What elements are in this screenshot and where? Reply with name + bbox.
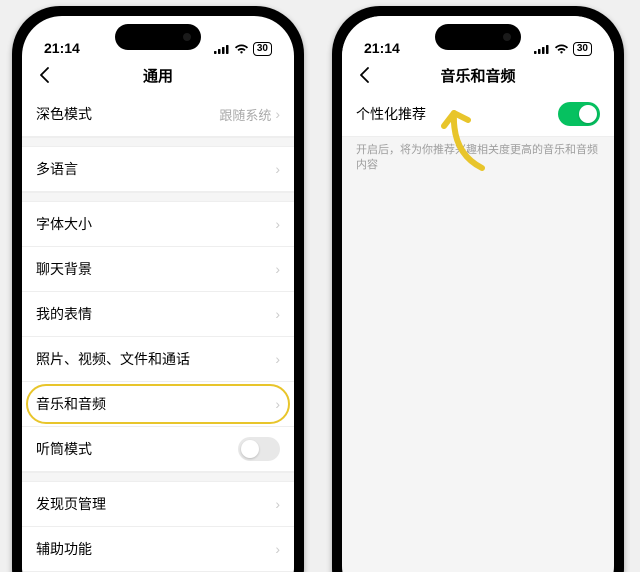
toggle[interactable] bbox=[238, 437, 280, 461]
chevron-right-icon: › bbox=[275, 541, 280, 557]
row-label: 个性化推荐 bbox=[356, 104, 426, 124]
signal-icon bbox=[534, 44, 550, 54]
chevron-right-icon: › bbox=[275, 396, 280, 412]
row-label: 深色模式 bbox=[36, 104, 92, 124]
battery-icon: 30 bbox=[253, 42, 272, 56]
settings-list[interactable]: 个性化推荐 bbox=[342, 92, 614, 137]
row-label: 多语言 bbox=[36, 159, 78, 179]
battery-icon: 30 bbox=[573, 42, 592, 56]
row-label: 听筒模式 bbox=[36, 439, 92, 459]
row-right: › bbox=[275, 261, 280, 277]
row-label: 聊天背景 bbox=[36, 259, 92, 279]
row-label: 我的表情 bbox=[36, 304, 92, 324]
chevron-right-icon: › bbox=[275, 161, 280, 177]
row-right: › bbox=[275, 496, 280, 512]
row-label: 字体大小 bbox=[36, 214, 92, 234]
row-个性化推荐[interactable]: 个性化推荐 bbox=[342, 92, 614, 137]
chevron-right-icon: › bbox=[275, 351, 280, 367]
row-辅助功能[interactable]: 辅助功能 › bbox=[22, 527, 294, 572]
row-深色模式[interactable]: 深色模式 跟随系统› bbox=[22, 92, 294, 137]
nav-bar: 音乐和音频 bbox=[342, 58, 614, 92]
dynamic-island bbox=[115, 24, 201, 50]
row-照片、视频、文件和通话[interactable]: 照片、视频、文件和通话 › bbox=[22, 337, 294, 382]
row-right: › bbox=[275, 396, 280, 412]
row-聊天背景[interactable]: 聊天背景 › bbox=[22, 247, 294, 292]
row-right bbox=[238, 437, 280, 461]
setting-description: 开启后，将为你推荐兴趣相关度更高的音乐和音频内容 bbox=[342, 137, 614, 174]
chevron-right-icon: › bbox=[275, 306, 280, 322]
phone-left: 21:14 30 通用 深色模式跟随系统›多语言›字体大小›聊天背景›我的表情›… bbox=[12, 6, 304, 572]
row-我的表情[interactable]: 我的表情 › bbox=[22, 292, 294, 337]
chevron-left-icon bbox=[39, 67, 49, 83]
row-多语言[interactable]: 多语言 › bbox=[22, 147, 294, 192]
screen-left: 21:14 30 通用 深色模式跟随系统›多语言›字体大小›聊天背景›我的表情›… bbox=[22, 16, 294, 572]
chevron-right-icon: › bbox=[275, 261, 280, 277]
row-label: 照片、视频、文件和通话 bbox=[36, 349, 190, 369]
status-icons: 30 bbox=[214, 42, 272, 56]
signal-icon bbox=[214, 44, 230, 54]
chevron-right-icon: › bbox=[275, 216, 280, 232]
wifi-icon bbox=[554, 44, 569, 55]
status-time: 21:14 bbox=[364, 40, 400, 56]
row-right: › bbox=[275, 216, 280, 232]
row-label: 音乐和音频 bbox=[36, 394, 106, 414]
row-发现页管理[interactable]: 发现页管理 › bbox=[22, 482, 294, 527]
row-right: › bbox=[275, 351, 280, 367]
dynamic-island bbox=[435, 24, 521, 50]
row-right bbox=[558, 102, 600, 126]
status-icons: 30 bbox=[534, 42, 592, 56]
row-right: › bbox=[275, 306, 280, 322]
row-音乐和音频[interactable]: 音乐和音频 › bbox=[22, 382, 294, 427]
row-字体大小[interactable]: 字体大小 › bbox=[22, 202, 294, 247]
separator bbox=[22, 472, 294, 482]
row-听筒模式[interactable]: 听筒模式 bbox=[22, 427, 294, 472]
back-button[interactable] bbox=[352, 63, 376, 87]
row-right: 跟随系统› bbox=[219, 105, 280, 124]
page-title: 音乐和音频 bbox=[440, 65, 515, 86]
chevron-right-icon: › bbox=[275, 106, 280, 122]
separator bbox=[22, 192, 294, 202]
phone-right: 21:14 30 音乐和音频 个性化推荐 开启后，将为你推荐兴趣相关度更高的音乐… bbox=[332, 6, 624, 572]
back-button[interactable] bbox=[32, 63, 56, 87]
row-right: › bbox=[275, 541, 280, 557]
row-value: 跟随系统 bbox=[219, 105, 271, 124]
status-time: 21:14 bbox=[44, 40, 80, 56]
separator bbox=[22, 137, 294, 147]
row-label: 发现页管理 bbox=[36, 494, 106, 514]
chevron-left-icon bbox=[359, 67, 369, 83]
toggle[interactable] bbox=[558, 102, 600, 126]
nav-bar: 通用 bbox=[22, 58, 294, 92]
screen-right: 21:14 30 音乐和音频 个性化推荐 开启后，将为你推荐兴趣相关度更高的音乐… bbox=[342, 16, 614, 572]
settings-list[interactable]: 深色模式跟随系统›多语言›字体大小›聊天背景›我的表情›照片、视频、文件和通话›… bbox=[22, 92, 294, 572]
page-title: 通用 bbox=[143, 65, 173, 86]
chevron-right-icon: › bbox=[275, 496, 280, 512]
wifi-icon bbox=[234, 44, 249, 55]
row-right: › bbox=[275, 161, 280, 177]
row-label: 辅助功能 bbox=[36, 539, 92, 559]
